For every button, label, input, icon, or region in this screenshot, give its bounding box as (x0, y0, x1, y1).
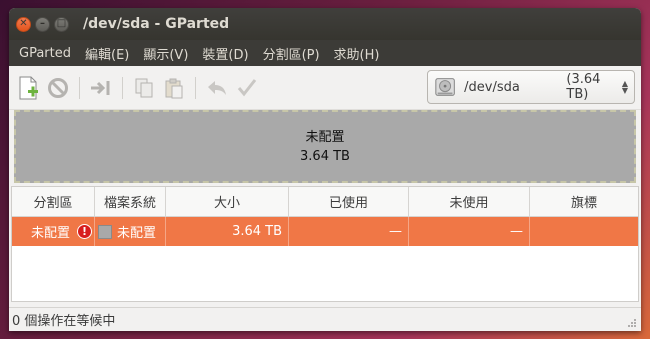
column-header-unused[interactable]: 未使用 (409, 187, 530, 216)
maximize-window-button[interactable]: □ (54, 16, 69, 32)
new-file-icon (19, 76, 38, 99)
titlebar: ✕ – □ /dev/sda - GParted (9, 8, 641, 40)
dropdown-arrows-icon: ▲ ▼ (621, 79, 628, 95)
delete-icon (48, 77, 68, 98)
paste-button[interactable] (161, 75, 187, 101)
undo-button[interactable] (204, 75, 230, 101)
device-name: /dev/sda (464, 79, 520, 95)
diskmap-label: 未配置 (305, 129, 345, 145)
minimize-window-button[interactable]: – (35, 16, 50, 32)
column-header-filesystem[interactable]: 檔案系統 (95, 187, 166, 216)
error-icon: ! (77, 224, 92, 239)
toolbar-separator (79, 76, 80, 99)
menu-device[interactable]: 裝置(D) (195, 44, 255, 63)
checkmark-icon (237, 78, 257, 96)
window-title: /dev/sda - GParted (83, 16, 230, 32)
menu-partition[interactable]: 分割區(P) (256, 44, 327, 63)
apply-button[interactable] (234, 75, 260, 101)
device-size: (3.64 TB) (566, 72, 601, 102)
menu-help[interactable]: 求助(H) (327, 44, 387, 63)
partition-name: 未配置 (30, 226, 70, 241)
menubar: GParted 編輯(E) 顯示(V) 裝置(D) 分割區(P) 求助(H) (9, 40, 641, 66)
new-partition-button[interactable] (15, 75, 41, 101)
gparted-window: ✕ – □ /dev/sda - GParted GParted 編輯(E) 顯… (9, 8, 641, 331)
cell-used: — (289, 217, 409, 246)
undo-icon (208, 80, 226, 95)
menu-gparted[interactable]: GParted (12, 46, 78, 61)
toolbar-separator (122, 76, 123, 99)
cell-flags (530, 217, 638, 246)
close-window-button[interactable]: ✕ (16, 16, 31, 32)
resize-grip-icon[interactable] (627, 318, 637, 328)
disk-map-unallocated[interactable]: 未配置 3.64 TB (14, 110, 636, 183)
cell-size: 3.64 TB (166, 217, 289, 246)
column-header-size[interactable]: 大小 (166, 187, 289, 216)
status-text: 0 個操作在等候中 (12, 314, 116, 329)
filesystem-name: 未配置 (117, 226, 157, 241)
statusbar: 0 個操作在等候中 (9, 307, 641, 331)
copy-icon (135, 78, 153, 97)
delete-partition-button[interactable] (45, 75, 71, 101)
harddisk-icon (435, 78, 455, 96)
cell-unused: — (409, 217, 530, 246)
resize-move-button[interactable] (88, 75, 114, 101)
cell-filesystem: 未配置 (95, 217, 166, 246)
paste-icon (165, 78, 183, 98)
column-header-partition[interactable]: 分割區 (12, 187, 95, 216)
column-header-used[interactable]: 已使用 (289, 187, 409, 216)
partition-table: 分割區 檔案系統 大小 已使用 未使用 旗標 未配置 ! 未配置 3.64 TB… (11, 186, 639, 302)
table-row[interactable]: 未配置 ! 未配置 3.64 TB — — (12, 217, 638, 246)
diskmap-size: 3.64 TB (300, 148, 350, 164)
filesystem-color-swatch (98, 224, 112, 239)
resize-move-icon (91, 80, 110, 95)
menu-view[interactable]: 顯示(V) (136, 44, 195, 63)
copy-button[interactable] (131, 75, 157, 101)
toolbar-separator (195, 76, 196, 99)
device-selector[interactable]: /dev/sda (3.64 TB) ▲ ▼ (427, 70, 635, 104)
table-header: 分割區 檔案系統 大小 已使用 未使用 旗標 (12, 187, 638, 217)
column-header-flags[interactable]: 旗標 (530, 187, 638, 216)
cell-partition: 未配置 ! (12, 217, 95, 246)
menu-edit[interactable]: 編輯(E) (78, 44, 136, 63)
